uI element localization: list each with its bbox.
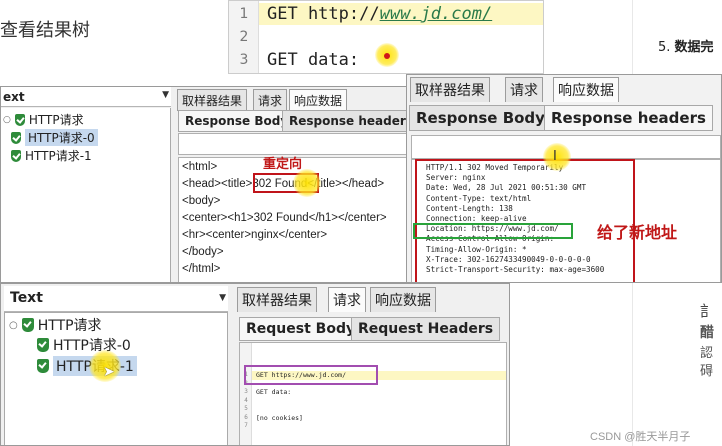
- step-text: 数据完: [674, 40, 714, 55]
- side-text-fragment: 訁: [700, 302, 716, 320]
- tree-expand-icon[interactable]: ○: [9, 320, 18, 331]
- tab-response-data[interactable]: 响应数据: [289, 89, 348, 111]
- body-line: <body>: [182, 195, 221, 207]
- tab-response-data[interactable]: 响应数据: [370, 287, 436, 312]
- success-shield-icon: [11, 149, 21, 162]
- tree-item-http-request[interactable]: ○ HTTP请求: [9, 315, 102, 335]
- pointer-cursor-icon: ➤: [103, 364, 115, 380]
- step-number: 5.: [658, 40, 671, 55]
- highlight-box-request-url: [244, 365, 378, 385]
- tab-response-data[interactable]: 响应数据: [553, 77, 619, 102]
- tab-response-headers[interactable]: Response headers: [282, 110, 409, 132]
- tab-response-body[interactable]: Response Body: [409, 105, 552, 131]
- response-headers-window: 取样器结果 请求 响应数据 Response Body Response hea…: [406, 74, 722, 283]
- tab-sampler-result[interactable]: 取样器结果: [177, 89, 248, 111]
- code-text: GET http://: [267, 4, 380, 24]
- request-line: [no cookies]: [256, 413, 303, 422]
- side-text-fragment: 碍: [700, 364, 714, 379]
- tab-sampler-result[interactable]: 取样器结果: [237, 287, 317, 312]
- tree-mode-select[interactable]: ext ▼: [1, 87, 171, 107]
- annotation-new-address: 给了新地址: [597, 223, 678, 242]
- request-line: [256, 422, 346, 431]
- tab-request[interactable]: 请求: [328, 287, 366, 312]
- code-line: GET data:: [267, 50, 360, 70]
- tree-item-label: HTTP请求: [28, 113, 84, 127]
- text-cursor-icon: I: [553, 149, 557, 164]
- body-line: </body>: [182, 246, 224, 258]
- tab-response-body[interactable]: Response Body: [178, 110, 296, 132]
- tree-item-http-request-1[interactable]: HTTP请求-1: [11, 147, 92, 164]
- side-text-fragment: 醋: [700, 325, 714, 341]
- line-number: 3: [239, 52, 249, 68]
- body-line: <center><h1>302 Found</h1></center>: [182, 212, 387, 224]
- success-shield-icon: [14, 113, 25, 126]
- tab-sampler-result[interactable]: 取样器结果: [410, 77, 490, 102]
- search-input[interactable]: [178, 133, 408, 155]
- tree-item-label: HTTP请求-0: [53, 338, 131, 354]
- tree-mode-label: Text: [10, 290, 43, 306]
- line-number: 6: [244, 413, 248, 421]
- mouse-cursor-highlight: [293, 169, 321, 197]
- tab-response-headers[interactable]: Response headers: [544, 105, 713, 131]
- tree-item-http-request-1[interactable]: HTTP请求-1: [37, 356, 137, 376]
- body-line: <hr><center>nginx</center>: [182, 229, 328, 241]
- request-line: [256, 405, 346, 414]
- request-body-text[interactable]: 1 2 3 4 5 6 7 GET https://www.jd.com/ GE…: [239, 342, 507, 445]
- watermark: CSDN @胜天半月子: [590, 431, 691, 443]
- tab-request-headers[interactable]: Request Headers: [351, 317, 501, 341]
- tree-mode-select[interactable]: Text ▼: [4, 286, 228, 312]
- left-heading: 查看结果树: [0, 20, 90, 41]
- tree-item-label: HTTP请求: [37, 318, 102, 334]
- results-tree-window: ext ▼ ○ HTTP请求 HTTP请求-0 HTTP请求-1 取样器结果 请…: [0, 86, 410, 283]
- request-window: Text ▼ ○ HTTP请求 HTTP请求-0 HTTP请求-1 ➤ 取样器结…: [0, 283, 510, 446]
- tree-mode-label: ext: [3, 90, 25, 104]
- chevron-down-icon[interactable]: ▼: [162, 90, 169, 100]
- success-shield-icon: [21, 318, 34, 332]
- cursor-icon: [384, 53, 390, 59]
- tab-request[interactable]: 请求: [253, 89, 288, 111]
- line-number: 3: [244, 388, 248, 395]
- tree-item-http-request[interactable]: ○ HTTP请求: [3, 111, 84, 128]
- tab-request-body[interactable]: Request Body: [239, 317, 363, 341]
- body-line: </html>: [182, 263, 221, 275]
- request-line: GET data:: [256, 388, 292, 396]
- request-line: [256, 397, 346, 406]
- chevron-down-icon[interactable]: ▼: [219, 293, 226, 303]
- tree-item-label: HTTP请求-0: [25, 129, 98, 146]
- success-shield-icon: [11, 131, 21, 144]
- side-text-fragment: 認: [700, 346, 714, 361]
- success-shield-icon: [37, 338, 49, 352]
- line-number: 7: [244, 422, 248, 429]
- success-shield-icon: [37, 359, 49, 373]
- tree-item-label: HTTP请求-1: [25, 149, 92, 163]
- tab-request[interactable]: 请求: [505, 77, 543, 102]
- annotation-redirect: 重定向: [263, 157, 303, 172]
- tree-item-http-request-0[interactable]: HTTP请求-0: [37, 335, 131, 355]
- line-number: 4: [244, 396, 248, 404]
- highlight-box-location: [413, 223, 573, 239]
- mouse-cursor-highlight: [543, 143, 571, 171]
- tree-item-http-request-0[interactable]: HTTP请求-0: [11, 129, 98, 146]
- step-line: 5. 数据完: [658, 36, 714, 55]
- code-editor-panel: 1 2 3 GET http://www.jd.com/ GET data:: [228, 0, 544, 74]
- code-url[interactable]: www.jd.com/: [380, 4, 493, 24]
- line-number: 1: [239, 6, 249, 22]
- tree-expand-icon[interactable]: ○: [3, 115, 11, 125]
- line-number: 2: [239, 29, 249, 45]
- line-number: 5: [244, 405, 248, 412]
- code-line: GET http://www.jd.com/: [267, 4, 492, 24]
